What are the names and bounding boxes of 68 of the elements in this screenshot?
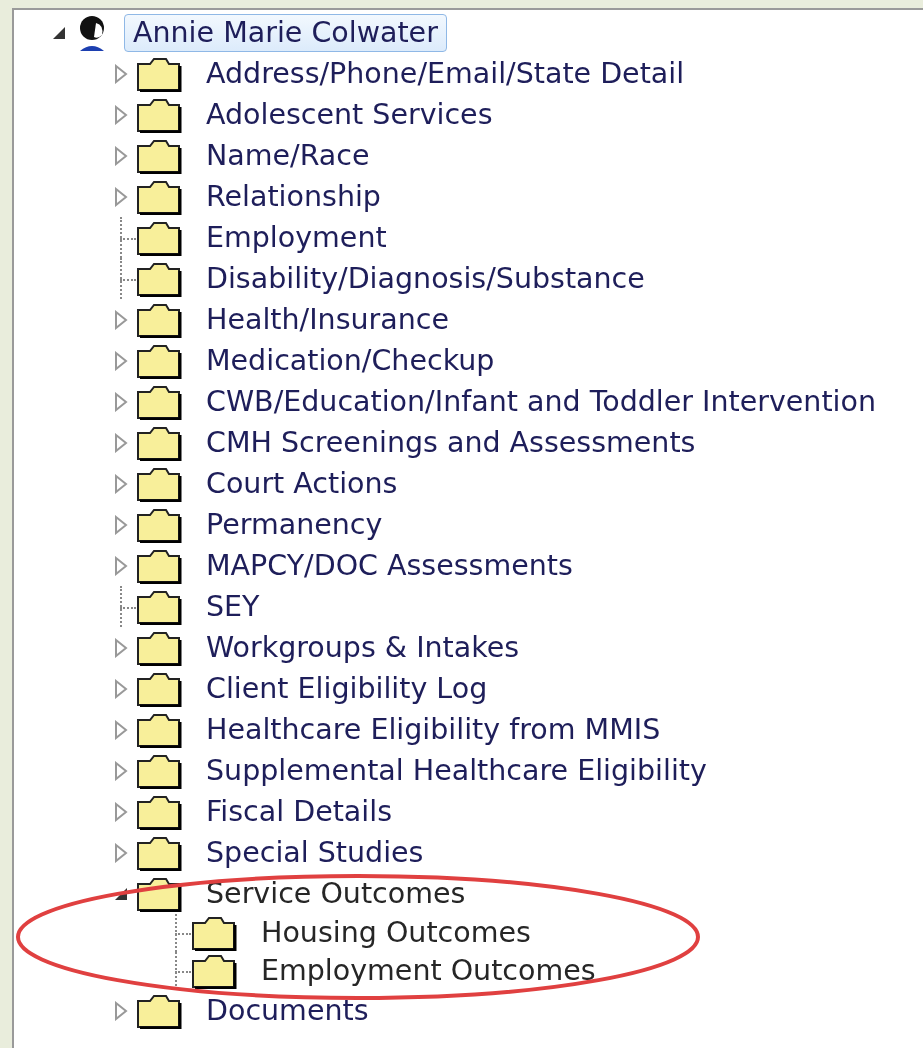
expand-icon[interactable] <box>114 719 128 740</box>
expand-icon[interactable] <box>114 186 128 207</box>
folder-icon <box>136 992 183 1029</box>
expand-icon[interactable] <box>114 555 128 576</box>
tree-item[interactable]: Housing Outcomes <box>252 914 540 952</box>
tree-item[interactable]: Healthcare Eligibility from MMIS <box>197 710 670 749</box>
folder-icon <box>136 588 183 625</box>
tree-item[interactable]: Disability/Diagnosis/Substance <box>197 259 654 298</box>
folder-icon <box>136 711 183 748</box>
folder-icon <box>136 834 183 871</box>
expand-icon[interactable] <box>114 145 128 166</box>
expand-icon[interactable] <box>114 432 128 453</box>
tree-item[interactable]: CMH Screenings and Assessments <box>197 423 705 462</box>
tree-item[interactable]: Relationship <box>197 177 390 216</box>
tree-item[interactable]: Employment Outcomes <box>252 952 605 990</box>
expand-icon[interactable] <box>114 391 128 412</box>
folder-icon <box>136 219 183 256</box>
folder-icon <box>136 137 183 174</box>
tree-item[interactable]: SEY <box>197 587 269 626</box>
tree-item[interactable]: Workgroups & Intakes <box>197 628 529 667</box>
folder-icon <box>136 301 183 338</box>
folder-icon <box>136 55 183 92</box>
tree-item[interactable]: Service Outcomes <box>197 874 475 913</box>
folder-icon <box>136 629 183 666</box>
expand-icon[interactable] <box>114 760 128 781</box>
tree-item[interactable]: MAPCY/DOC Assessments <box>197 546 582 585</box>
tree-item[interactable]: Annie Marie Colwater <box>124 13 447 52</box>
folder-icon <box>136 506 183 543</box>
tree-item[interactable]: Client Eligibility Log <box>197 669 497 708</box>
expand-icon[interactable] <box>114 514 128 535</box>
folder-icon <box>136 752 183 789</box>
folder-icon <box>136 178 183 215</box>
tree-item[interactable]: Address/Phone/Email/State Detail <box>197 54 694 93</box>
folder-icon <box>136 424 183 461</box>
tree-item[interactable]: Employment <box>197 218 396 257</box>
tree-item[interactable]: Documents <box>197 991 378 1030</box>
expand-icon[interactable] <box>114 473 128 494</box>
collapse-icon[interactable] <box>52 25 66 40</box>
tree-item[interactable]: Permanency <box>197 505 392 544</box>
tree-item[interactable]: Health/Insurance <box>197 300 458 339</box>
expand-icon[interactable] <box>114 309 128 330</box>
collapse-icon[interactable] <box>114 886 128 901</box>
tree-item[interactable]: Name/Race <box>197 136 379 175</box>
folder-icon <box>136 260 183 297</box>
expand-icon[interactable] <box>114 842 128 863</box>
folder-icon <box>191 915 238 951</box>
folder-icon <box>136 670 183 707</box>
folder-icon <box>136 383 183 420</box>
tree-item[interactable]: Fiscal Details <box>197 792 401 831</box>
folder-icon <box>136 793 183 830</box>
folder-icon <box>136 96 183 133</box>
tree-item[interactable]: CWB/Education/Infant and Toddler Intervention <box>197 382 886 421</box>
folder-icon <box>136 342 183 379</box>
expand-icon[interactable] <box>114 1000 128 1021</box>
expand-icon[interactable] <box>114 637 128 658</box>
expand-icon[interactable] <box>114 350 128 371</box>
tree-item[interactable]: Medication/Checkup <box>197 341 504 380</box>
expand-icon[interactable] <box>114 63 128 84</box>
folder-icon <box>191 953 238 989</box>
folder-icon <box>136 465 183 502</box>
tree-item[interactable]: Supplemental Healthcare Eligibility <box>197 751 716 790</box>
tree-item[interactable]: Adolescent Services <box>197 95 502 134</box>
tree-item[interactable]: Special Studies <box>197 833 433 872</box>
folder-icon <box>136 547 183 584</box>
expand-icon[interactable] <box>114 104 128 125</box>
expand-icon[interactable] <box>114 801 128 822</box>
expand-icon[interactable] <box>114 678 128 699</box>
tree-item[interactable]: Court Actions <box>197 464 407 503</box>
